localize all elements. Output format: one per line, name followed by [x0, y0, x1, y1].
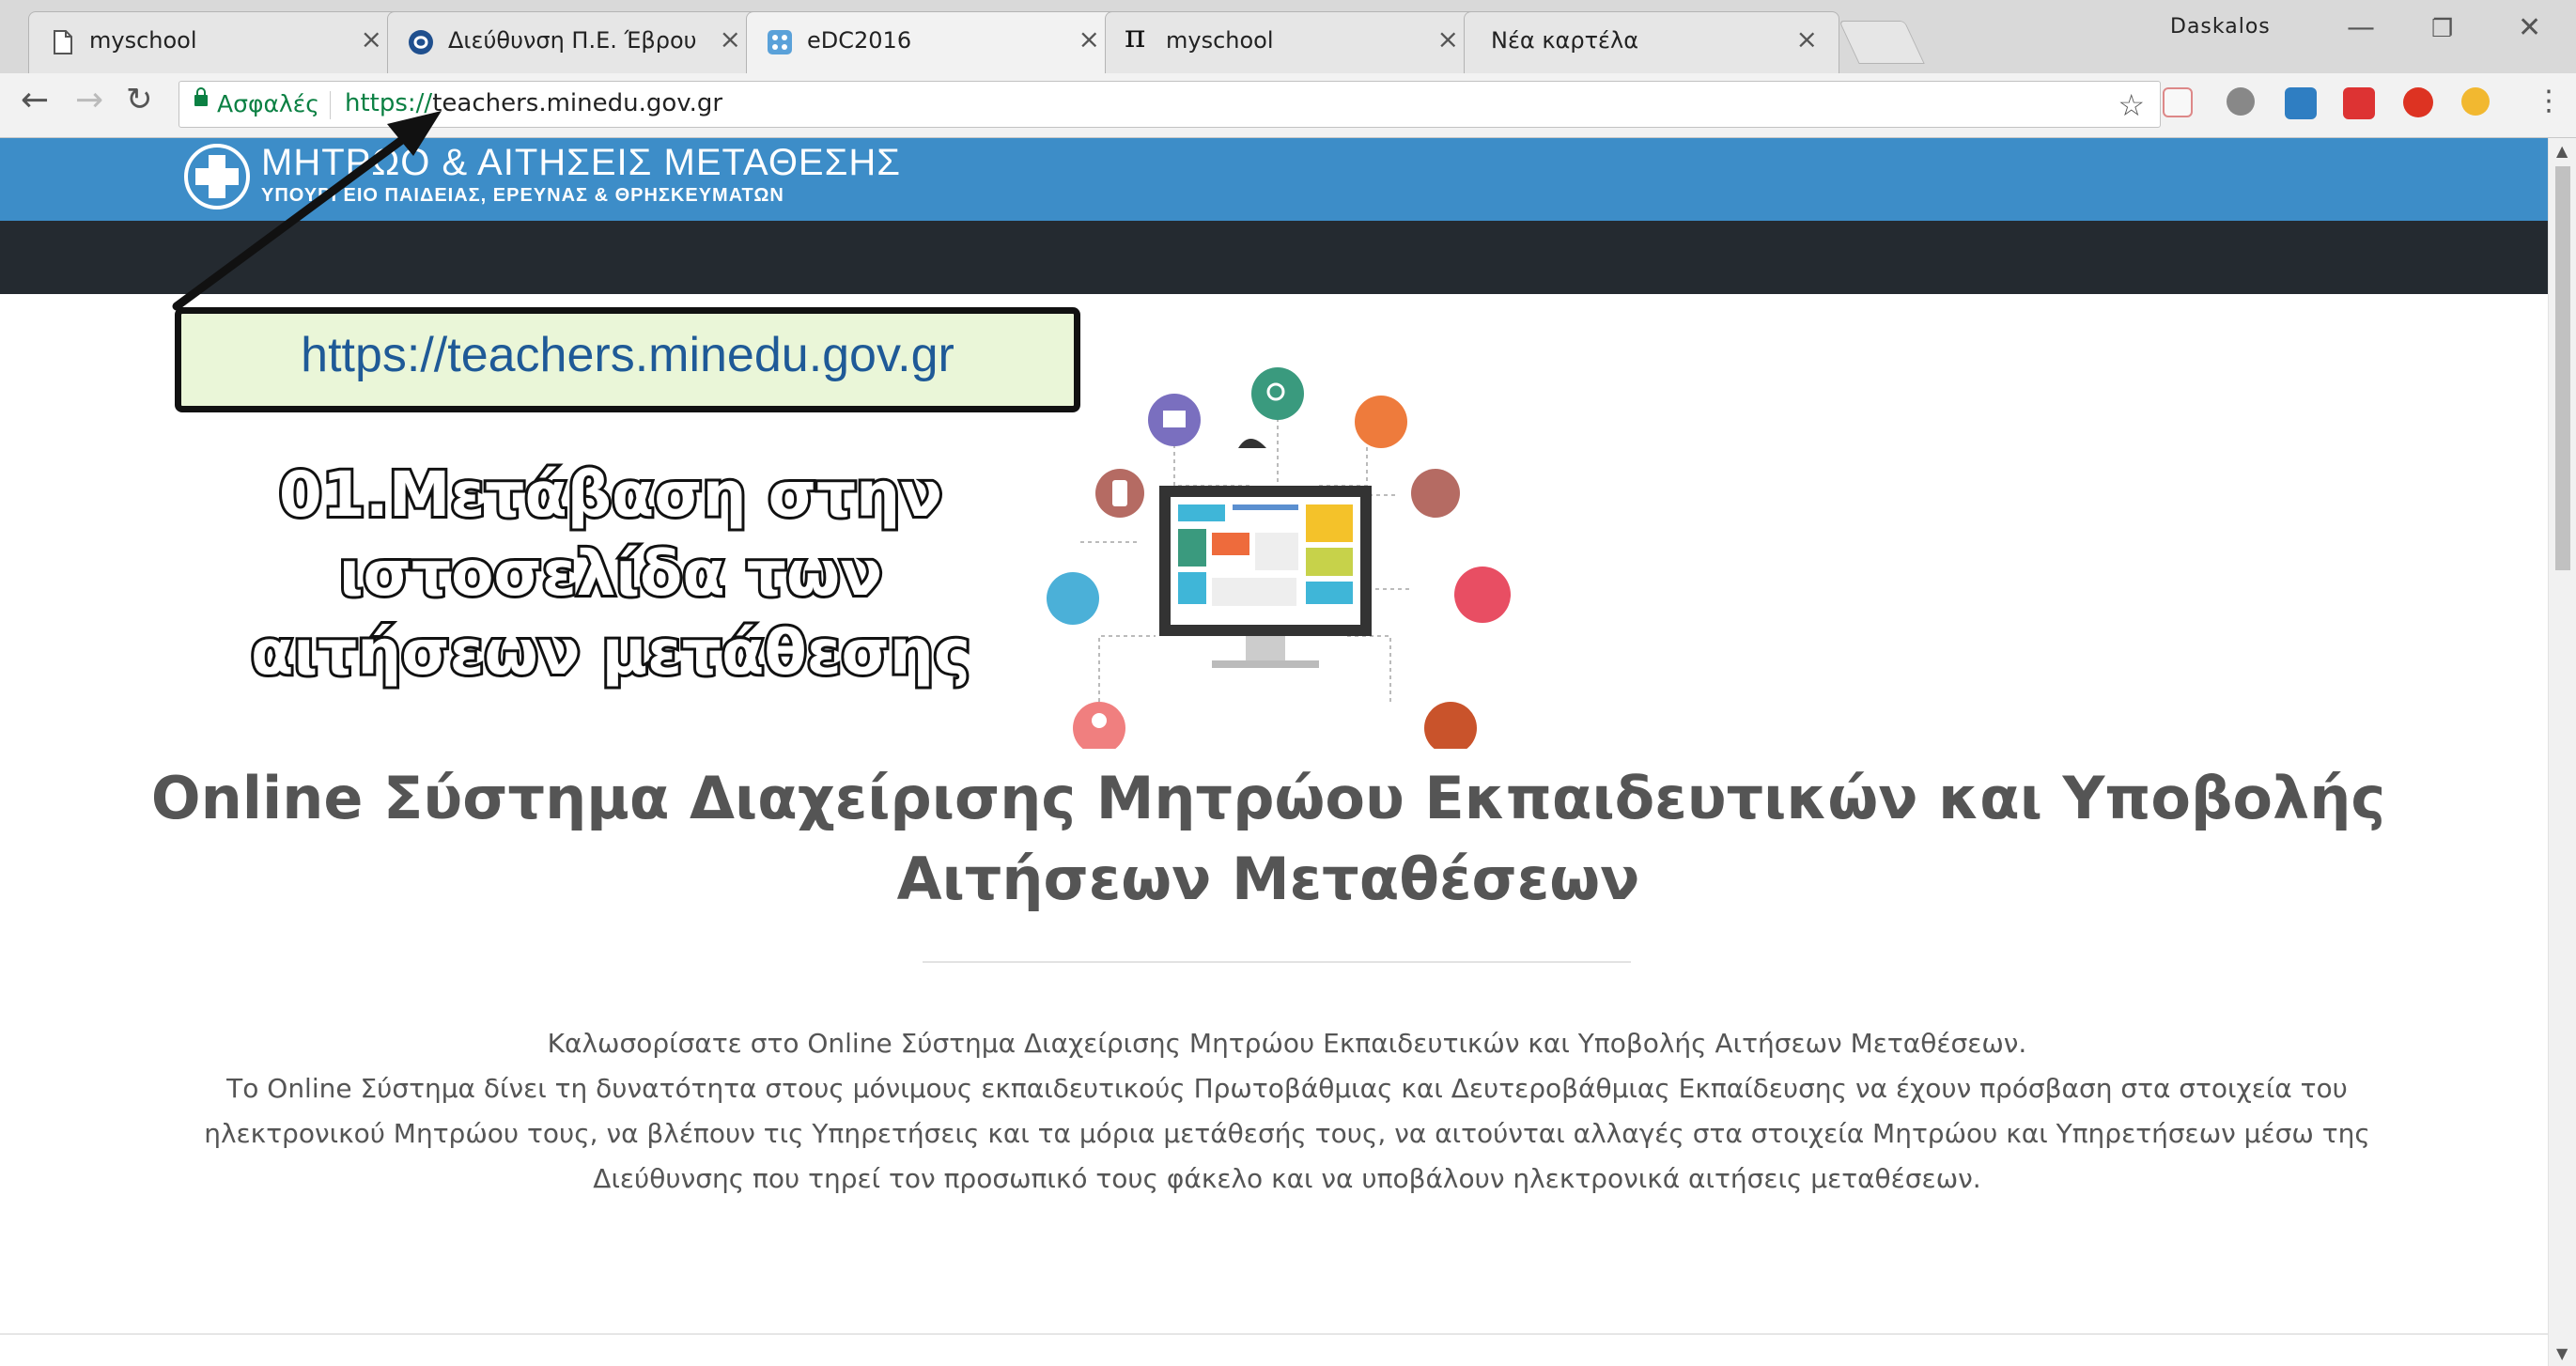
- back-icon[interactable]: ←: [21, 81, 49, 119]
- main-title: Online Σύστημα Διαχείρισης Μητρώου Εκπαι…: [150, 764, 2386, 913]
- url-host: teachers.minedu.gov.gr: [432, 89, 723, 117]
- forward-icon[interactable]: →: [75, 81, 103, 119]
- menu-icon[interactable]: ⋮: [2535, 85, 2563, 117]
- minimize-icon[interactable]: —: [2347, 11, 2375, 44]
- bookmark-star-icon[interactable]: ☆: [2118, 87, 2145, 123]
- computer-network-illustration: [1047, 367, 1511, 749]
- tab-title: Διεύθυνση Π.Ε. Έβρου: [448, 27, 697, 54]
- search-icon: [1251, 367, 1304, 420]
- tab-edc2016[interactable]: eDC2016 ×: [746, 11, 1122, 75]
- profile-name[interactable]: Daskalos: [2170, 15, 2271, 39]
- video-icon: [1411, 469, 1460, 518]
- pi-icon: π: [1125, 18, 1146, 55]
- tab-title: Νέα καρτέλα: [1491, 27, 1639, 54]
- gear-extension-icon[interactable]: [2227, 87, 2255, 116]
- scrollbar-thumb[interactable]: [2555, 166, 2570, 570]
- divider: [330, 91, 331, 119]
- grid-icon: [766, 28, 794, 56]
- close-icon[interactable]: ×: [1796, 23, 1818, 54]
- photo-icon: [1454, 567, 1511, 623]
- extension-icon[interactable]: [2461, 87, 2490, 116]
- window-close-icon[interactable]: ✕: [2518, 11, 2541, 44]
- reload-icon[interactable]: ↻: [126, 81, 153, 118]
- url-callout: https://teachers.minedu.gov.gr: [175, 307, 1080, 412]
- close-icon[interactable]: ×: [720, 23, 741, 54]
- page-scrollbar[interactable]: ▲ ▼: [2548, 138, 2576, 1366]
- adblock-icon[interactable]: [2403, 87, 2433, 117]
- scroll-up-icon[interactable]: ▲: [2556, 142, 2568, 160]
- ministry-emblem-icon: [184, 144, 250, 210]
- tab-strip: myschool × Διεύθυνση Π.Ε. Έβρου × eDC201…: [0, 0, 2576, 75]
- translate-extension-icon[interactable]: [2285, 87, 2317, 119]
- tab-title: myschool: [1166, 27, 1274, 54]
- close-icon[interactable]: ×: [1079, 23, 1100, 54]
- shield-icon: [1424, 702, 1477, 749]
- welcome-text: Καλωσορίσατε στο Online Σύστημα Διαχείρι…: [141, 1021, 2433, 1202]
- secure-label: Ασφαλές: [217, 90, 319, 117]
- close-icon[interactable]: ×: [1437, 23, 1459, 54]
- share-icon: [1047, 572, 1099, 625]
- step-caption: 01.Μετάβαση στην ιστοσελίδα των αιτήσεων…: [248, 456, 973, 691]
- section-divider: [0, 1333, 2548, 1335]
- title-divider: [923, 961, 1631, 963]
- site-header: ΜΗΤΡΩΟ & ΑΙΤΗΣΕΙΣ ΜΕΤΑΘΕΣΗΣ ΥΠΟΥΡΓΕΙΟ ΠΑ…: [0, 138, 2548, 221]
- notification-extension-icon[interactable]: [2343, 87, 2375, 119]
- tab-myschool[interactable]: myschool ×: [28, 11, 404, 73]
- url-text[interactable]: https://teachers.minedu.gov.gr: [345, 89, 722, 117]
- browser-toolbar: ← → ↻ Ασφαλές https://teachers.minedu.go…: [0, 73, 2576, 138]
- tab-dipe-evrou[interactable]: Διεύθυνση Π.Ε. Έβρου ×: [387, 11, 763, 73]
- chat-icon: [1355, 396, 1407, 448]
- scroll-down-icon[interactable]: ▼: [2556, 1344, 2568, 1362]
- url-scheme: https://: [345, 89, 433, 117]
- joomla-icon: [407, 28, 435, 56]
- address-bar[interactable]: Ασφαλές https://teachers.minedu.gov.gr ☆: [178, 81, 2161, 128]
- tab-new-tab[interactable]: Νέα καρτέλα ×: [1464, 11, 1839, 73]
- lock-icon: [194, 87, 208, 106]
- page-icon: [48, 28, 76, 56]
- new-tab-button[interactable]: [1839, 21, 1925, 64]
- site-subtitle: ΥΠΟΥΡΓΕΙΟ ΠΑΙΔΕΙΑΣ, ΕΡΕΥΝΑΣ & ΘΡΗΣΚΕΥΜΑΤ…: [261, 185, 784, 206]
- page-content: ΜΗΤΡΩΟ & ΑΙΤΗΣΕΙΣ ΜΕΤΑΘΕΣΗΣ ΥΠΟΥΡΓΕΙΟ ΠΑ…: [0, 138, 2548, 1366]
- site-navbar: [0, 221, 2548, 294]
- welcome-line-1: Καλωσορίσατε στο Online Σύστημα Διαχείρι…: [547, 1028, 2027, 1059]
- close-icon[interactable]: ×: [361, 23, 382, 54]
- restore-icon[interactable]: ❐: [2431, 15, 2453, 43]
- url-callout-text: https://teachers.minedu.gov.gr: [301, 328, 954, 382]
- site-title[interactable]: ΜΗΤΡΩΟ & ΑΙΤΗΣΕΙΣ ΜΕΤΑΘΕΣΗΣ: [261, 142, 901, 184]
- tab-title: eDC2016: [807, 27, 912, 54]
- tab-title: myschool: [89, 27, 197, 54]
- calendar-extension-icon[interactable]: [2163, 87, 2193, 117]
- welcome-line-2: Το Online Σύστημα δίνει τη δυνατότητα στ…: [204, 1073, 2370, 1194]
- tab-myschool-2[interactable]: π myschool ×: [1105, 11, 1481, 73]
